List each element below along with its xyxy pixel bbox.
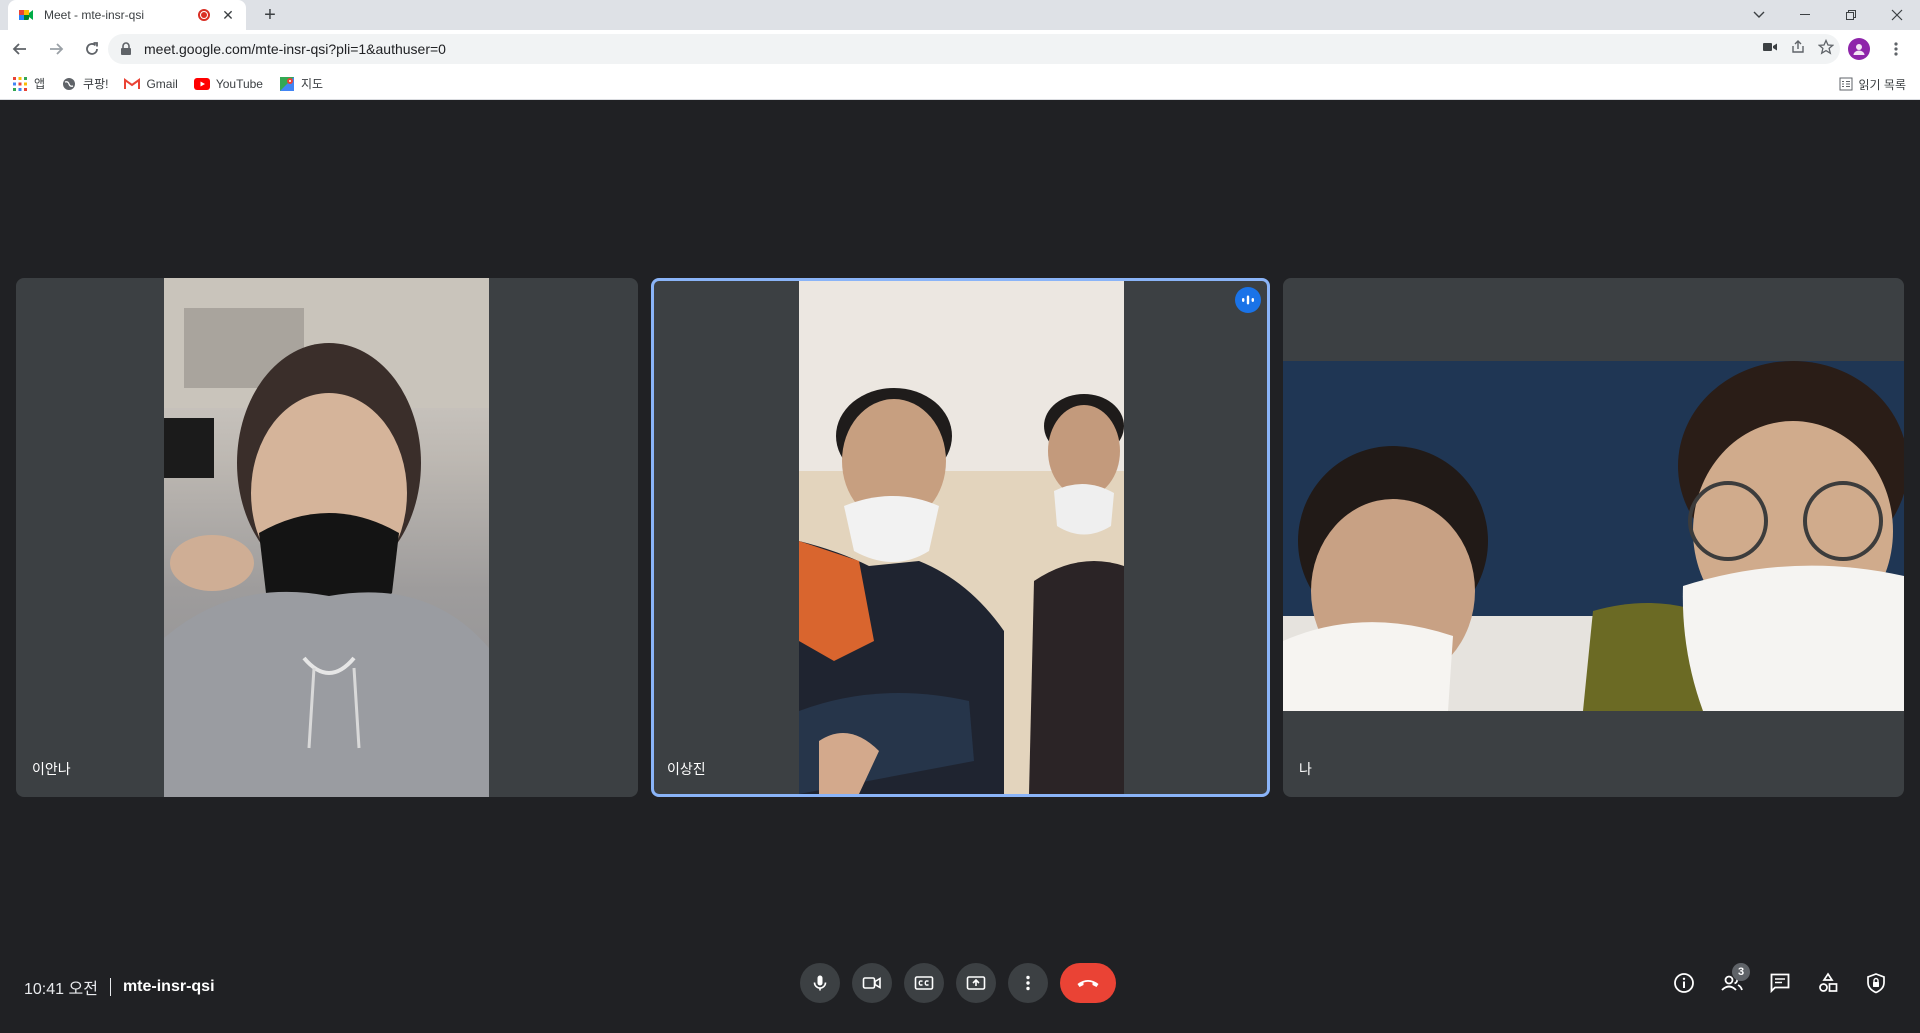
restore-icon[interactable]: [1828, 0, 1874, 30]
microphone-icon: [813, 975, 827, 991]
closed-caption-icon: [914, 976, 934, 990]
browser-toolbar: meet.google.com/mte-insr-qsi?pli=1&authu…: [0, 30, 1920, 68]
globe-icon: [61, 76, 77, 92]
toolbar-right: [1848, 33, 1912, 65]
meeting-time: 10:41 오전: [24, 981, 98, 998]
camera-button[interactable]: [852, 963, 892, 1003]
minimize-icon[interactable]: [1782, 0, 1828, 30]
chat-button[interactable]: [1760, 963, 1800, 1003]
url-text: meet.google.com/mte-insr-qsi?pli=1&authu…: [144, 41, 446, 57]
chrome-menu-button[interactable]: [1880, 33, 1912, 65]
participant-name: 나: [1299, 761, 1312, 777]
omnibox-actions: [1762, 34, 1835, 64]
gmail-icon: [124, 76, 141, 92]
participant-video: [799, 281, 1124, 794]
bookmark-apps[interactable]: 앱: [12, 75, 45, 92]
address-bar[interactable]: meet.google.com/mte-insr-qsi?pli=1&authu…: [108, 34, 1840, 64]
call-end-icon: [1077, 980, 1099, 987]
shield-lock-icon: [1867, 973, 1885, 994]
present-to-all-icon: [966, 976, 986, 990]
reading-list-button[interactable]: 읽기 목록: [1839, 68, 1907, 100]
bookmark-label: Gmail: [146, 76, 178, 91]
participant-name: 이상진: [667, 761, 706, 777]
activities-icon: [1819, 972, 1838, 992]
arrow-left-icon: [12, 43, 26, 55]
arrow-right-icon: [50, 43, 64, 55]
reload-button[interactable]: [76, 33, 108, 65]
videocam-icon: [862, 977, 881, 989]
close-window-icon[interactable]: [1874, 0, 1920, 30]
bookmark-coupang[interactable]: 쿠팡!: [61, 75, 108, 92]
meet-stage: 이안나 이상진 나 10:41 오전 mte-insr-qsi 3: [0, 100, 1920, 1033]
meet-bottom-bar: 10:41 오전 mte-insr-qsi 3: [0, 940, 1920, 1033]
bookmark-label: YouTube: [215, 76, 263, 91]
more-vert-icon: [1026, 975, 1030, 991]
tab-strip: Meet - mte-insr-qsi ✕ +: [0, 0, 1920, 30]
bookmark-maps[interactable]: 지도: [279, 75, 323, 92]
camera-in-use-icon[interactable]: [1762, 40, 1778, 58]
leave-call-button[interactable]: [1060, 963, 1116, 1003]
browser-tab-meet[interactable]: Meet - mte-insr-qsi ✕: [8, 0, 246, 30]
apps-grid-icon: [12, 76, 28, 92]
meeting-info: 10:41 오전 mte-insr-qsi: [24, 975, 215, 999]
bookmarks-bar: 앱 쿠팡! Gmail YouTube 지도 읽기 목록: [0, 68, 1920, 100]
youtube-icon: [193, 76, 210, 92]
tab-close-icon[interactable]: ✕: [220, 7, 236, 24]
divider: [109, 978, 111, 996]
window-controls: [1736, 0, 1920, 30]
chat-icon: [1770, 973, 1790, 994]
bookmark-star-icon[interactable]: [1817, 38, 1835, 60]
new-tab-button[interactable]: +: [258, 4, 282, 26]
bookmark-gmail[interactable]: Gmail: [124, 76, 178, 92]
recording-indicator-icon: [198, 9, 210, 21]
activities-button[interactable]: [1808, 963, 1848, 1003]
lock-icon: [120, 42, 134, 56]
microphone-button[interactable]: [800, 963, 840, 1003]
participant-video: [1283, 361, 1904, 711]
participant-tile[interactable]: 이안나: [16, 278, 638, 797]
share-icon[interactable]: [1790, 39, 1806, 60]
meet-favicon-icon: [18, 7, 34, 23]
forward-button[interactable]: [40, 33, 72, 65]
participant-video: [164, 278, 489, 797]
more-vert-icon: [1894, 42, 1898, 56]
profile-avatar[interactable]: [1848, 38, 1870, 60]
captions-button[interactable]: [904, 963, 944, 1003]
present-screen-button[interactable]: [956, 963, 996, 1003]
person-icon: [1853, 44, 1865, 55]
host-controls-button[interactable]: [1856, 963, 1896, 1003]
bookmark-label: 쿠팡!: [83, 77, 109, 91]
participant-tile-self[interactable]: 나: [1283, 278, 1904, 797]
call-controls: [800, 963, 1116, 1003]
back-button[interactable]: [4, 33, 36, 65]
participant-tile-active[interactable]: 이상진: [651, 278, 1270, 797]
people-count-badge: 3: [1732, 963, 1750, 981]
meeting-details-button[interactable]: [1664, 963, 1704, 1003]
meeting-code: mte-insr-qsi: [122, 978, 215, 995]
side-panel-controls: 3: [1664, 963, 1896, 1003]
speaking-indicator-icon: [1235, 287, 1261, 313]
bookmark-label: 앱: [34, 77, 46, 91]
tab-title: Meet - mte-insr-qsi: [44, 8, 145, 22]
info-icon: [1674, 973, 1694, 993]
maps-icon: [279, 76, 295, 92]
reload-icon: [86, 42, 98, 55]
bookmark-youtube[interactable]: YouTube: [193, 76, 263, 92]
reading-list-label: 읽기 목록: [1858, 77, 1907, 92]
people-button[interactable]: 3: [1712, 963, 1752, 1003]
participant-name: 이안나: [32, 761, 71, 777]
tab-search-icon[interactable]: [1736, 0, 1782, 30]
reading-list-icon: [1839, 77, 1853, 91]
more-options-button[interactable]: [1008, 963, 1048, 1003]
bookmark-label: 지도: [300, 77, 324, 91]
